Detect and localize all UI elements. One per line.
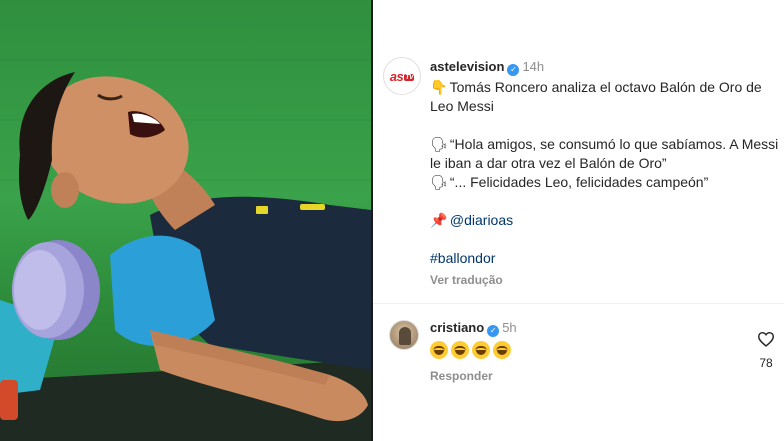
quote-text-1: “Hola amigos, se consumó lo que sabíamos… [430, 136, 779, 171]
joy-emoji [472, 341, 490, 359]
speaking-head-emoji: 🗣 [430, 136, 448, 152]
reply-button[interactable]: Responder [430, 367, 730, 385]
post-time[interactable]: 14h [522, 59, 544, 74]
mention-line: 📌 @diarioas [430, 211, 780, 230]
post-username[interactable]: astelevision [430, 59, 504, 74]
quote-line-1: 🗣 “Hola amigos, se consumó lo que sabíam… [430, 135, 780, 173]
hashtag-link[interactable]: #ballondor [430, 250, 495, 266]
speaking-head-emoji: 🗣 [430, 174, 448, 190]
heart-outline-icon[interactable] [757, 331, 775, 347]
avatar-cristiano[interactable] [389, 320, 419, 350]
pushpin-emoji: 📌 [430, 212, 448, 228]
comment-username[interactable]: cristiano [430, 320, 484, 335]
joy-emoji [493, 341, 511, 359]
mention-link[interactable]: @diarioas [450, 212, 513, 228]
post-panel: as TV astelevision ✓ 14h 👇 Tomás Roncero an… [373, 0, 784, 441]
joy-emoji [451, 341, 469, 359]
point-down-emoji: 👇 [430, 79, 448, 95]
verified-badge-icon: ✓ [487, 325, 500, 337]
joy-emoji [430, 341, 448, 359]
photo-illustration [0, 59, 371, 441]
comment-emojis [430, 341, 730, 361]
quote-text-2: “... Felicidades Leo, felicidades campeó… [449, 174, 709, 190]
comment-like: 78 [751, 331, 781, 370]
like-count: 78 [759, 356, 773, 370]
post-caption: astelevision ✓ 14h 👇 Tomás Roncero analiza… [430, 57, 780, 290]
as-tv-logo: as TV [389, 68, 415, 84]
caption-line: 👇 Tomás Roncero analiza el octavo Balón … [430, 78, 780, 116]
quote-line-2: 🗣 “... Felicidades Leo, felicidades camp… [430, 173, 780, 192]
see-translation-button[interactable]: Ver tradução [430, 271, 780, 290]
avatar-astelevision[interactable]: as TV [383, 57, 421, 95]
verified-badge-icon: ✓ [507, 64, 520, 76]
caption-text: Tomás Roncero analiza el octavo Balón de… [430, 79, 762, 114]
section-separator [373, 303, 784, 304]
comment-time[interactable]: 5h [502, 320, 516, 335]
comment: cristiano ✓ 5h Responder [430, 318, 730, 385]
post-photo [0, 0, 371, 441]
